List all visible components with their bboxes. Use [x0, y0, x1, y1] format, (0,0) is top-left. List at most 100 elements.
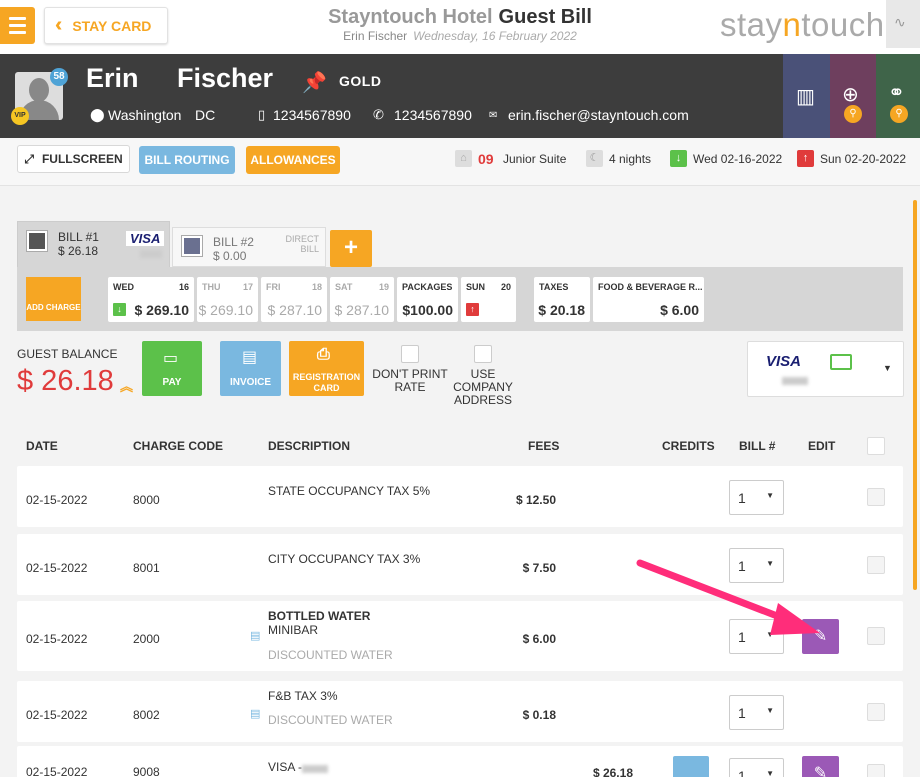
day-value: $ 20.18 [538, 302, 585, 318]
moon-icon: ☾ [586, 150, 603, 167]
guest-first-name[interactable]: Erin [86, 63, 139, 94]
chevron-down-icon: ▼ [883, 363, 892, 373]
day-card[interactable]: FOOD & BEVERAGE R... $ 6.00 [593, 277, 704, 322]
fullscreen-button[interactable]: ⤢ FULLSCREEN [17, 145, 130, 173]
day-value: $ 287.10 [267, 302, 323, 318]
activity-tab[interactable]: ∿ [886, 0, 920, 48]
day-date: 16 [178, 282, 189, 292]
travel-agent-tab[interactable]: ⊕ ⚲ [830, 54, 876, 138]
add-charge-button[interactable]: ADD CHARGE [26, 277, 81, 321]
bill-number-select[interactable]: 1 ▼ [729, 758, 784, 777]
day-card[interactable]: THU 17 $ 269.10 [197, 277, 258, 322]
bill-tab-1[interactable]: BILL #1 $ 26.18 VISA [17, 221, 170, 267]
day-card[interactable]: WED 16 $ 269.10 ↓ [108, 277, 194, 322]
col-date: DATE [26, 439, 58, 453]
vip-badge: VIP [11, 107, 29, 125]
bill-number-value: 1 [738, 705, 746, 721]
invoice-button[interactable]: ▤ INVOICE [220, 341, 281, 396]
guest-balance-caption: GUEST BALANCE [17, 347, 118, 361]
pin-icon[interactable]: 📌 [302, 70, 327, 95]
bill-tab-2[interactable]: BILL #2 $ 0.00 DIRECT BILL [172, 227, 326, 267]
use-company-address-checkbox[interactable] [474, 345, 492, 363]
day-name: SAT [335, 282, 353, 292]
row-fees: $ 7.50 [522, 561, 556, 575]
bill-1-label: BILL #1 [58, 230, 99, 244]
document-icon[interactable]: ▤ [250, 629, 260, 642]
day-card[interactable]: SUN 20 ↑ [461, 277, 516, 322]
day-name: WED [113, 282, 134, 292]
day-card[interactable]: PACKAGES $100.00 [397, 277, 458, 322]
pay-button[interactable]: ▭ PAY [142, 341, 202, 396]
bill-number-select[interactable]: 1 ▼ [729, 480, 784, 515]
row-description: STATE OCCUPANCY TAX 5% [268, 484, 431, 498]
row-checkbox[interactable] [867, 764, 885, 777]
document-icon[interactable]: ▤ [250, 707, 260, 720]
payment-card-select[interactable]: VISA ▼ [747, 341, 904, 397]
edit-button[interactable]: ✎ [802, 756, 839, 777]
header-collapse-handle[interactable] [436, 130, 492, 138]
col-bill-number: BILL # [739, 439, 776, 453]
row-description: CITY OCCUPANCY TAX 3% [268, 552, 421, 566]
bill-routing-button[interactable]: BILL ROUTING [139, 146, 235, 174]
day-name: FRI [266, 282, 281, 292]
business-date: Wednesday, 16 February 2022 [413, 29, 577, 43]
guest-last-name[interactable]: Fischer [177, 63, 273, 94]
row-charge-code: 8000 [133, 493, 160, 507]
day-date: 19 [378, 282, 389, 292]
building-icon: ▥ [796, 86, 815, 108]
bill-number-select[interactable]: 1 ▼ [729, 695, 784, 730]
registration-card-button[interactable]: ⎙ REGISTRATION CARD [289, 341, 364, 396]
row-charge-code: 8002 [133, 708, 160, 722]
arrival-icon: ↓ [670, 150, 687, 167]
location-icon: ⬤ [90, 107, 105, 122]
scrollbar[interactable] [913, 200, 917, 590]
row-description: VISA - [268, 760, 303, 774]
printer-icon: ⎙ [317, 346, 330, 363]
guest-email: erin.fischer@stayntouch.com [508, 107, 689, 123]
wallet-icon: ▭ [163, 350, 179, 367]
row-date: 02-15-2022 [26, 765, 88, 777]
row-date: 02-15-2022 [26, 561, 88, 575]
departure-date: Sun 02-20-2022 [820, 152, 907, 166]
dont-print-rate-checkbox[interactable] [401, 345, 419, 363]
day-name: FOOD & BEVERAGE R... [598, 282, 703, 292]
day-card[interactable]: SAT 19 $ 287.10 [330, 277, 394, 322]
guest-balance-value: $ 26.18 [17, 365, 114, 397]
day-card[interactable]: TAXES $ 20.18 [534, 277, 590, 322]
day-value: $ 6.00 [660, 302, 699, 318]
chevron-up-icon[interactable]: ︽ [120, 376, 133, 395]
company-icon [182, 236, 202, 256]
allowances-button[interactable]: ALLOWANCES [246, 146, 340, 174]
receipt-button[interactable] [673, 756, 709, 777]
add-bill-button[interactable]: + [330, 230, 372, 267]
day-value: $ 269.10 [134, 302, 190, 318]
guest-city: Washington [108, 107, 182, 123]
day-name: SUN [466, 282, 486, 292]
dont-print-rate-label: DON'T PRINT RATE [372, 367, 448, 394]
guest-photo-icon [27, 231, 47, 251]
pencil-icon: ✎ [813, 765, 828, 777]
company-card-tab[interactable]: ▥ [783, 54, 830, 138]
col-fees: FEES [528, 439, 560, 453]
use-company-address-label: USE COMPANY ADDRESS [453, 367, 513, 407]
document-icon: ▤ [242, 349, 258, 366]
row-checkbox[interactable] [867, 488, 885, 506]
chevron-down-icon: ▼ [766, 769, 774, 777]
select-all-checkbox[interactable] [867, 437, 885, 455]
group-tab[interactable]: ⚭ ⚲ [876, 54, 920, 138]
pulse-icon: ∿ [894, 14, 906, 30]
guest-state: DC [195, 107, 216, 123]
phone-icon: ✆ [373, 107, 384, 122]
row-checkbox[interactable] [867, 703, 885, 721]
row-date: 02-15-2022 [26, 632, 88, 646]
row-credits: $ 26.18 [592, 766, 633, 777]
expand-icon: ⤢ [24, 151, 34, 166]
col-credits: CREDITS [662, 439, 715, 453]
row-note: DISCOUNTED WATER [268, 713, 393, 727]
day-card[interactable]: FRI 18 $ 287.10 [261, 277, 327, 322]
row-fees: $ 12.50 [515, 493, 556, 507]
room-number[interactable]: 09 [478, 151, 494, 167]
col-edit: EDIT [808, 439, 836, 453]
row-checkbox[interactable] [867, 556, 885, 574]
row-checkbox[interactable] [867, 627, 885, 645]
